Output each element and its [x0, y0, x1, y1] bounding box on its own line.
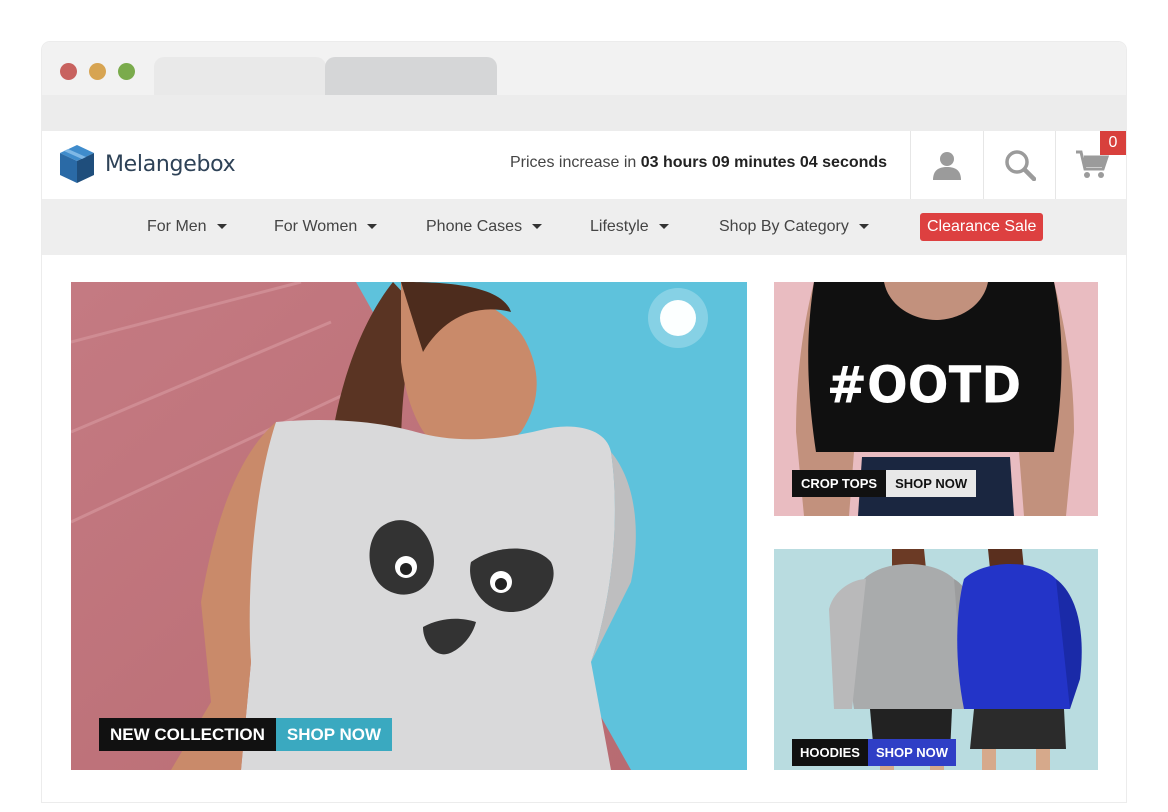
- browser-tab[interactable]: [325, 57, 497, 95]
- hoodies-models-image: [774, 549, 1098, 770]
- main-nav: For Men For Women Phone Cases Lifestyle …: [42, 199, 1126, 255]
- address-bar-area: [42, 95, 1126, 131]
- crop-tops-badge: CROP TOPS: [792, 470, 887, 497]
- nav-item-for-women[interactable]: For Women: [274, 218, 378, 236]
- hoodies-cta[interactable]: HOODIES SHOP NOW: [792, 739, 956, 766]
- nav-item-lifestyle[interactable]: Lifestyle: [590, 218, 669, 236]
- user-icon: [932, 152, 961, 180]
- nav-item-for-men[interactable]: For Men: [147, 218, 227, 236]
- crop-tops-promo[interactable]: #OOTD CROP TOPS SHOP NOW: [774, 282, 1098, 516]
- minimize-window-button[interactable]: [89, 63, 106, 80]
- hero-model-image: [71, 282, 747, 770]
- caret-down-icon: [216, 224, 227, 230]
- crop-tops-cta[interactable]: CROP TOPS SHOP NOW: [792, 470, 977, 497]
- countdown-prefix: Prices increase in: [510, 154, 637, 171]
- nav-item-label: Phone Cases: [426, 218, 523, 235]
- account-button[interactable]: [910, 131, 982, 199]
- nav-item-shop-by-category[interactable]: Shop By Category: [719, 218, 869, 236]
- price-countdown: Prices increase in 03 hours 09 minutes 0…: [510, 154, 887, 172]
- brand-name: Melangebox: [105, 151, 236, 177]
- hero-cta[interactable]: NEW COLLECTION SHOP NOW: [99, 718, 393, 751]
- hoodies-promo[interactable]: HOODIES SHOP NOW: [774, 549, 1098, 770]
- search-button[interactable]: [983, 131, 1055, 199]
- box-logo-icon: [60, 145, 94, 183]
- nav-item-label: For Men: [147, 218, 207, 235]
- nav-item-label: Shop By Category: [719, 218, 849, 235]
- nav-item-label: For Women: [274, 218, 358, 235]
- search-icon: [1004, 150, 1036, 181]
- close-window-button[interactable]: [60, 63, 77, 80]
- new-collection-badge: NEW COLLECTION: [99, 718, 276, 751]
- hoodies-shop-now-button[interactable]: SHOP NOW: [867, 739, 956, 766]
- browser-chrome: [42, 42, 1126, 131]
- hero-banner[interactable]: NEW COLLECTION SHOP NOW: [71, 282, 747, 770]
- crop-tops-shop-now-button[interactable]: SHOP NOW: [886, 470, 977, 497]
- maximize-window-button[interactable]: [118, 63, 135, 80]
- clearance-sale-button[interactable]: Clearance Sale: [920, 213, 1044, 241]
- nav-item-phone-cases[interactable]: Phone Cases: [426, 218, 543, 236]
- browser-window: Melangebox Prices increase in 03 hours 0…: [42, 42, 1126, 802]
- crop-top-print: #OOTD: [827, 356, 1021, 415]
- nav-item-label: Lifestyle: [590, 218, 649, 235]
- hero-shop-now-button[interactable]: SHOP NOW: [275, 718, 393, 751]
- caret-down-icon: [858, 224, 869, 230]
- caret-down-icon: [367, 224, 378, 230]
- hoodies-badge: HOODIES: [792, 739, 868, 766]
- cart-count-badge: 0: [1100, 131, 1126, 155]
- countdown-time: 03 hours 09 minutes 04 seconds: [640, 154, 888, 171]
- site-header: Melangebox Prices increase in 03 hours 0…: [42, 131, 1126, 199]
- caret-down-icon: [532, 224, 543, 230]
- browser-tab-active[interactable]: [154, 57, 326, 95]
- caret-down-icon: [658, 224, 669, 230]
- logo[interactable]: Melangebox: [58, 143, 236, 185]
